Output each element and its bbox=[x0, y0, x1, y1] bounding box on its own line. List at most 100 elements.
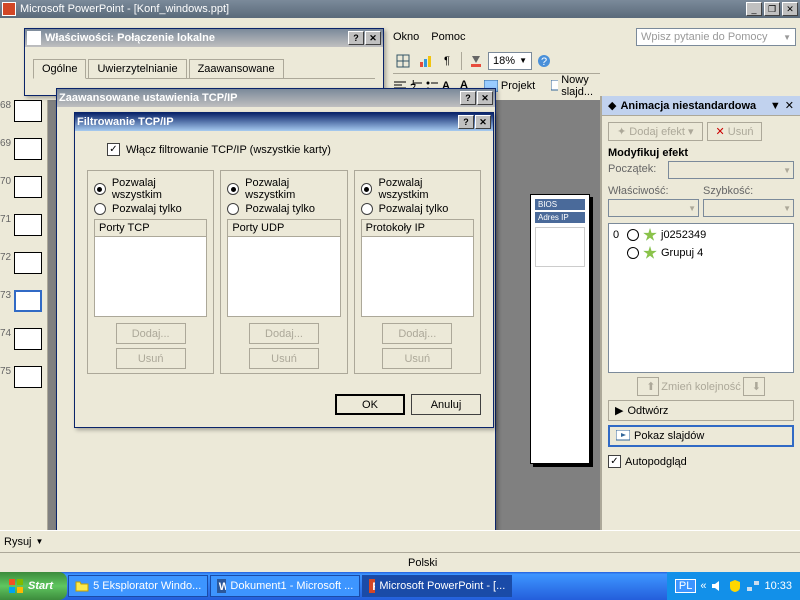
close-button[interactable]: ✕ bbox=[475, 115, 491, 129]
show-hide-icon[interactable]: ¶ bbox=[437, 51, 457, 71]
network-icon[interactable] bbox=[746, 579, 760, 593]
taskbar-item[interactable]: 5 Eksplorator Windo... bbox=[68, 575, 208, 597]
pane-title: Animacja niestandardowa bbox=[620, 100, 756, 112]
help-search-box[interactable]: Wpisz pytanie do Pomocy ▼ bbox=[636, 28, 796, 46]
list-item[interactable]: Grupuj 4 bbox=[611, 244, 791, 262]
allow-only-radio[interactable] bbox=[227, 203, 239, 215]
language-indicator[interactable]: PL bbox=[675, 579, 696, 593]
list-item[interactable]: 0 j0252349 bbox=[611, 226, 791, 244]
chart-icon[interactable] bbox=[415, 51, 435, 71]
tcp-ports-group: Pozwalaj wszystkim Pozwalaj tylko Porty … bbox=[87, 170, 214, 374]
add-button[interactable]: Dodaj... bbox=[116, 323, 186, 344]
remove-button[interactable]: Usuń bbox=[382, 348, 452, 369]
dialog-titlebar[interactable]: Filtrowanie TCP/IP ? ✕ bbox=[75, 113, 493, 131]
clock-icon bbox=[627, 229, 639, 241]
thumbnail-image bbox=[14, 252, 42, 274]
dialog-titlebar[interactable]: Właściwości: Połączenie lokalne ? ✕ bbox=[25, 29, 383, 47]
slide-thumbnail[interactable]: 73 bbox=[0, 290, 47, 324]
taskbar-item[interactable]: PMicrosoft PowerPoint - [... bbox=[362, 575, 512, 597]
udp-ports-group: Pozwalaj wszystkim Pozwalaj tylko Porty … bbox=[220, 170, 347, 374]
thumbnail-image bbox=[14, 214, 42, 236]
help-button[interactable]: ? bbox=[458, 115, 474, 129]
property-combo[interactable]: ▼ bbox=[608, 199, 699, 217]
tray-icon[interactable]: « bbox=[700, 580, 706, 592]
tcp-ports-list[interactable] bbox=[94, 237, 207, 317]
remove-effect-button[interactable]: ✕ Usuń bbox=[707, 122, 763, 141]
close-button[interactable]: ✕ bbox=[782, 2, 798, 16]
property-label: Właściwość: bbox=[608, 185, 699, 197]
animation-list[interactable]: 0 j0252349 Grupuj 4 bbox=[608, 223, 794, 373]
start-button[interactable]: Start bbox=[0, 572, 67, 600]
add-button[interactable]: Dodaj... bbox=[382, 323, 452, 344]
tab-general[interactable]: Ogólne bbox=[33, 59, 86, 79]
udp-ports-list[interactable] bbox=[227, 237, 340, 317]
speed-combo[interactable]: ▼ bbox=[703, 199, 794, 217]
menu-window[interactable]: Okno bbox=[393, 31, 419, 49]
ip-protocols-group: Pozwalaj wszystkim Pozwalaj tylko Protok… bbox=[354, 170, 481, 374]
pane-close-icon[interactable]: ✕ bbox=[785, 99, 794, 112]
slide-thumbnail[interactable]: 72 bbox=[0, 252, 47, 286]
tab-auth[interactable]: Uwierzytelnianie bbox=[88, 59, 186, 78]
table-icon[interactable] bbox=[393, 51, 413, 71]
help-button[interactable]: ? bbox=[460, 91, 476, 105]
allow-all-radio[interactable] bbox=[361, 183, 373, 195]
cancel-button[interactable]: Anuluj bbox=[411, 394, 481, 415]
slide-thumbnail[interactable]: 71 bbox=[0, 214, 47, 248]
close-button[interactable]: ✕ bbox=[365, 31, 381, 45]
tab-advanced[interactable]: Zaawansowane bbox=[189, 59, 284, 78]
taskbar: Start 5 Eksplorator Windo... WDokument1 … bbox=[0, 572, 800, 600]
minimize-button[interactable]: _ bbox=[746, 2, 762, 16]
clock[interactable]: 10:33 bbox=[764, 580, 792, 592]
slide-number: 75 bbox=[0, 366, 11, 377]
autopreview-checkbox[interactable]: ✓ bbox=[608, 455, 621, 468]
slide-thumbnail[interactable]: 70 bbox=[0, 176, 47, 210]
allow-only-radio[interactable] bbox=[361, 203, 373, 215]
remove-button[interactable]: Usuń bbox=[249, 348, 319, 369]
play-button[interactable]: ▶ Odtwórz bbox=[608, 400, 794, 421]
help-button[interactable]: ? bbox=[348, 31, 364, 45]
slide-thumbnail[interactable]: 68 bbox=[0, 100, 47, 134]
volume-icon[interactable] bbox=[710, 579, 724, 593]
close-button[interactable]: ✕ bbox=[477, 91, 493, 105]
dialog-title: Zaawansowane ustawienia TCP/IP bbox=[59, 92, 238, 104]
help-icon[interactable]: ? bbox=[534, 51, 554, 71]
move-up-button[interactable]: ⬆ bbox=[637, 377, 659, 396]
ip-protocols-list[interactable] bbox=[361, 237, 474, 317]
move-down-button[interactable]: ⬇ bbox=[743, 377, 765, 396]
new-slide-button[interactable]: Nowy slajd... bbox=[544, 71, 605, 101]
slide-thumbnail[interactable]: 69 bbox=[0, 138, 47, 172]
udp-ports-header: Porty UDP bbox=[227, 219, 340, 237]
chevron-icon[interactable]: ◆ bbox=[608, 99, 616, 112]
ok-button[interactable]: OK bbox=[335, 394, 405, 415]
add-button[interactable]: Dodaj... bbox=[249, 323, 319, 344]
thumbnail-image bbox=[14, 290, 42, 312]
slide-thumbnail[interactable]: 75 bbox=[0, 366, 47, 400]
slideshow-button[interactable]: Pokaz slajdów bbox=[608, 425, 794, 447]
add-effect-button[interactable]: ✦ Dodaj efekt ▾ bbox=[608, 122, 703, 141]
enable-filtering-checkbox[interactable]: ✓ bbox=[107, 143, 120, 156]
zoom-combo[interactable]: 18%▼ bbox=[488, 52, 532, 70]
draw-menu[interactable]: Rysuj bbox=[4, 536, 32, 548]
status-language: Polski bbox=[408, 557, 437, 569]
restore-button[interactable]: ❐ bbox=[764, 2, 780, 16]
modify-label: Modyfikuj efekt bbox=[608, 147, 794, 159]
slide-number: 73 bbox=[0, 290, 11, 301]
slide-number: 70 bbox=[0, 176, 11, 187]
slide-thumbnail[interactable]: 74 bbox=[0, 328, 47, 362]
menu-help[interactable]: Pomoc bbox=[431, 31, 465, 49]
allow-only-radio[interactable] bbox=[94, 203, 106, 215]
chevron-down-icon[interactable]: ▼ bbox=[770, 100, 781, 112]
taskbar-item[interactable]: WDokument1 - Microsoft ... bbox=[210, 575, 360, 597]
remove-button[interactable]: Usuń bbox=[116, 348, 186, 369]
allow-all-radio[interactable] bbox=[94, 183, 106, 195]
tab-strip: Ogólne Uwierzytelnianie Zaawansowane bbox=[33, 59, 375, 79]
clock-icon bbox=[627, 247, 639, 259]
fill-color-icon[interactable] bbox=[466, 51, 486, 71]
dialog-titlebar[interactable]: Zaawansowane ustawienia TCP/IP ? ✕ bbox=[57, 89, 495, 107]
allow-all-radio[interactable] bbox=[227, 183, 239, 195]
start-combo[interactable]: ▼ bbox=[668, 161, 794, 179]
pane-header: ◆ Animacja niestandardowa ▼ ✕ bbox=[602, 96, 800, 116]
thumbnail-image bbox=[14, 328, 42, 350]
shield-icon[interactable] bbox=[728, 579, 742, 593]
powerpoint-icon: P bbox=[369, 579, 375, 593]
